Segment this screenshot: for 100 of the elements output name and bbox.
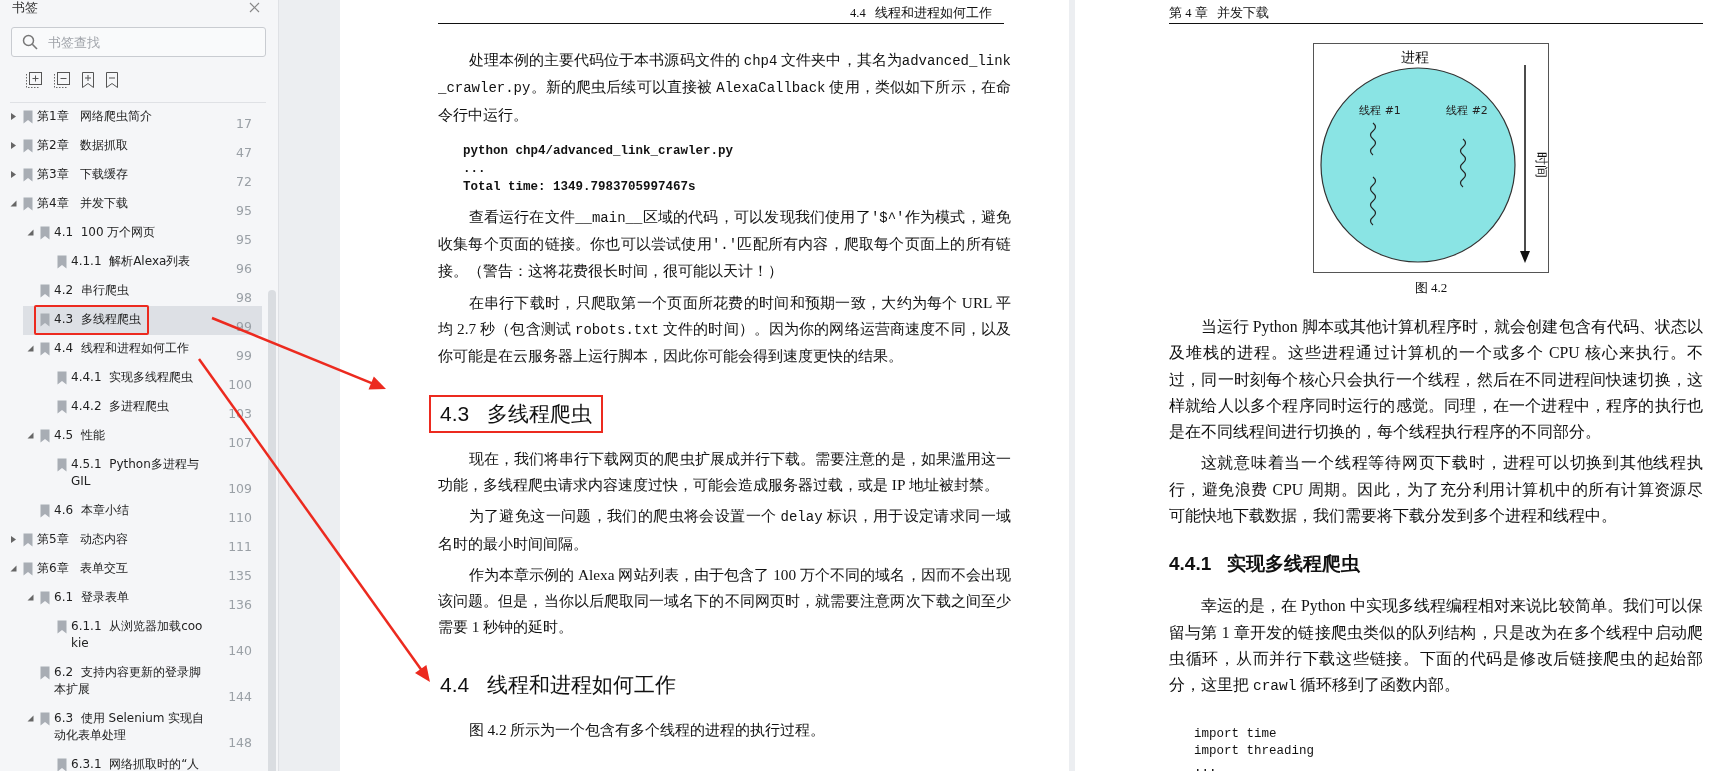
bookmark-item[interactable]: 第5章 动态内容 111	[6, 526, 262, 555]
collapse-arrow-icon[interactable]	[27, 229, 34, 236]
bookmark-icon	[40, 504, 50, 518]
bookmark-label: 6.1.1 从浏览器加载cookie	[71, 618, 204, 652]
body-paragraph: 处理本例的主要代码位于本书源码文件的 chp4 文件夹中，其名为advanced_link_crawler.py。新的爬虫后续可以直接被 AlexaCallback 使用，类似如下所示，在命令行中运行。	[438, 50, 1011, 125]
bookmark-icon	[57, 758, 67, 771]
expand-arrow-icon[interactable]	[10, 171, 17, 178]
search-field[interactable]: 书签查找	[11, 27, 266, 57]
bookmark-item[interactable]: 6.3.1 网络抓取时的“人	[40, 751, 262, 771]
page-number: 111	[227, 538, 253, 555]
bookmark-item[interactable]: 4.1.1 解析Alexa列表 96	[40, 248, 262, 277]
bookmark-minus-icon[interactable]	[106, 72, 118, 88]
collapse-arrow-icon[interactable]	[27, 715, 34, 722]
bookmark-label: 6.2 支持内容更新的登录脚本扩展	[54, 664, 202, 698]
bookmark-icon	[57, 400, 67, 414]
diagram-label: 进程	[1401, 49, 1429, 65]
bookmark-plus-icon[interactable]	[82, 72, 94, 88]
bookmark-item[interactable]: 第6章 表单交互 135	[6, 555, 262, 584]
code-line: ...	[1194, 759, 1218, 771]
bookmark-label: 4.2 串行爬虫	[54, 282, 129, 299]
bookmark-item[interactable]: 4.4.1 实现多线程爬虫 100	[40, 364, 262, 393]
page-number: 144	[227, 688, 253, 705]
body-paragraph: 现在，我们将串行下载网页的爬虫扩展成并行下载。需要注意的是，如果滥用这一功能，多线程爬虫请求内容速度过快，可能会造成服务器过载，或是 IP 地址被封禁。	[438, 448, 1011, 495]
bookmark-icon	[40, 284, 50, 298]
collapse-arrow-icon[interactable]	[10, 200, 17, 207]
bookmark-icon	[23, 533, 33, 547]
code-line: import time	[1194, 725, 1278, 743]
thread-squiggle	[1369, 122, 1377, 156]
page-number: 140	[227, 642, 253, 659]
bookmark-label: 4.4.2 多进程爬虫	[71, 398, 170, 415]
bookmark-label: 第5章 动态内容	[37, 531, 129, 548]
collapse-arrow-icon[interactable]	[10, 565, 17, 572]
bookmark-item[interactable]: 第4章 并发下载 95	[6, 190, 262, 219]
bookmark-label: 6.3.1 网络抓取时的“人	[71, 756, 200, 771]
bookmark-icon	[57, 620, 67, 634]
bookmark-icon	[40, 712, 50, 726]
code-line: import threading	[1194, 742, 1316, 760]
section-heading: 4.4 线程和进程如何工作	[439, 671, 677, 698]
thread-squiggle	[1369, 176, 1377, 226]
bookmark-label: 第6章 表单交互	[37, 560, 129, 577]
collapse-arrow-icon[interactable]	[27, 594, 34, 601]
page-number: 99	[235, 318, 253, 335]
body-paragraph: 作为本章示例的 Alexa 网站列表，由于包含了 100 万个不同的域名，因而不会出现该问题。但是，当你以后爬取同一域名下的不同网页时，就需要注意两次下载之间至少需要 1 秒钟的延时。	[438, 564, 1011, 638]
bookmark-item[interactable]: 6.2 支持内容更新的登录脚本扩展 144	[23, 659, 262, 705]
page-number: 107	[227, 434, 253, 451]
bookmark-item[interactable]: 4.2 串行爬虫 98	[23, 277, 262, 306]
bookmark-item[interactable]: 6.1.1 从浏览器加载cookie 140	[40, 613, 262, 659]
expand-arrow-icon[interactable]	[10, 113, 17, 120]
body-paragraph: 幸运的是，在 Python 中实现多线程编程相对来说比较简单。我们可以保留与第 1 章开发的链接爬虫类似的队列结构，只是改为在多个线程中启动爬虫循环，从而并行下载这些链接。下面的代码是修改后链接爬虫的起始部分，这里把 crawl 循环移到了函数内部。	[1169, 596, 1703, 697]
expand-arrow-icon[interactable]	[10, 536, 17, 543]
subsection-heading: 4.4.1 实现多线程爬虫	[1169, 552, 1362, 577]
body-paragraph: 为了避免这一问题，我们的爬虫将会设置一个 delay 标识，用于设定请求同一域名时的最小时间间隔。	[438, 506, 1011, 554]
figure-caption: 图 4.2	[1414, 279, 1448, 297]
scrollbar-thumb[interactable]	[268, 290, 276, 771]
bookmark-label: 4.1 100 万个网页	[54, 224, 156, 241]
running-head: 4.4 线程和进程如何工作	[850, 5, 992, 22]
expand-arrow-icon[interactable]	[10, 142, 17, 149]
thread-label: 线程 #1	[1359, 104, 1401, 117]
bookmark-item[interactable]: 4.5 性能 107	[23, 422, 262, 451]
bookmark-icon	[23, 110, 33, 124]
bookmark-item[interactable]: 第3章 下载缓存 72	[6, 161, 262, 190]
bookmark-item[interactable]: 6.3 使用 Selenium 实现自动化表单处理 148	[23, 705, 262, 751]
bookmark-icon	[40, 666, 50, 680]
bookmark-icon	[57, 458, 67, 472]
page-number: 96	[235, 260, 253, 277]
bookmark-label: 4.4.1 实现多线程爬虫	[71, 369, 194, 386]
page-number: 99	[235, 347, 253, 364]
bookmark-label: 4.3 多线程爬虫	[54, 311, 141, 328]
page-number: 17	[235, 115, 253, 132]
bookmark-label: 4.1.1 解析Alexa列表	[71, 253, 191, 270]
minus-square-icon[interactable]	[54, 72, 70, 88]
body-paragraph: 查看运行在文件__main__区域的代码，可以发现我们使用了'$^'作为模式，避免收集每个页面的链接。你也可以尝试使用'.'匹配所有内容，爬取每个页面上的所有链接。（警告：这将花费很长时间，很可能以天计！）	[438, 206, 1011, 282]
page-number: 95	[235, 231, 253, 248]
bookmark-item[interactable]: 4.4 线程和进程如何工作 99	[23, 335, 262, 364]
bookmark-item[interactable]: 第1章 网络爬虫简介 17	[6, 103, 262, 132]
page-number: 98	[235, 289, 253, 306]
bookmark-item[interactable]: 6.1 登录表单 136	[23, 584, 262, 613]
bookmark-item[interactable]: 4.6 本章小结 110	[23, 497, 262, 526]
bookmark-item[interactable]: 4.3 多线程爬虫 99	[23, 306, 262, 335]
bookmark-icon	[23, 197, 33, 211]
page-number: 95	[235, 202, 253, 219]
bookmark-item[interactable]: 4.5.1 Python多进程与GIL 109	[40, 451, 262, 497]
body-paragraph: 这就意味着当一个线程等待网页下载时，进程可以切换到其他线程执行，避免浪费 CPU 周期。因此，为了充分利用计算机中的所有计算资源尽可能快地下载数据，我们需要将下载分发到多个进程和线程中。	[1169, 453, 1703, 527]
page-number: 110	[227, 509, 253, 526]
bookmark-icon	[40, 313, 50, 327]
collapse-arrow-icon[interactable]	[27, 432, 34, 439]
search-icon	[22, 34, 38, 50]
body-paragraph: 图 4.2 所示为一个包含有多个线程的进程的执行过程。	[467, 719, 827, 740]
close-icon[interactable]	[249, 2, 260, 13]
section-heading: 4.3 多线程爬虫	[429, 394, 603, 433]
bookmark-label: 4.4 线程和进程如何工作	[54, 340, 189, 357]
bookmark-item[interactable]: 4.1 100 万个网页 95	[23, 219, 262, 248]
plus-square-icon[interactable]	[26, 72, 42, 88]
thread-label: 线程 #2	[1446, 104, 1488, 117]
bookmark-item[interactable]: 第2章 数据抓取 47	[6, 132, 262, 161]
page-number: 72	[235, 173, 253, 190]
panel-title: 书签	[12, 0, 38, 15]
page-number: 47	[235, 144, 253, 161]
collapse-arrow-icon[interactable]	[27, 345, 34, 352]
page-number: 100	[227, 376, 253, 393]
